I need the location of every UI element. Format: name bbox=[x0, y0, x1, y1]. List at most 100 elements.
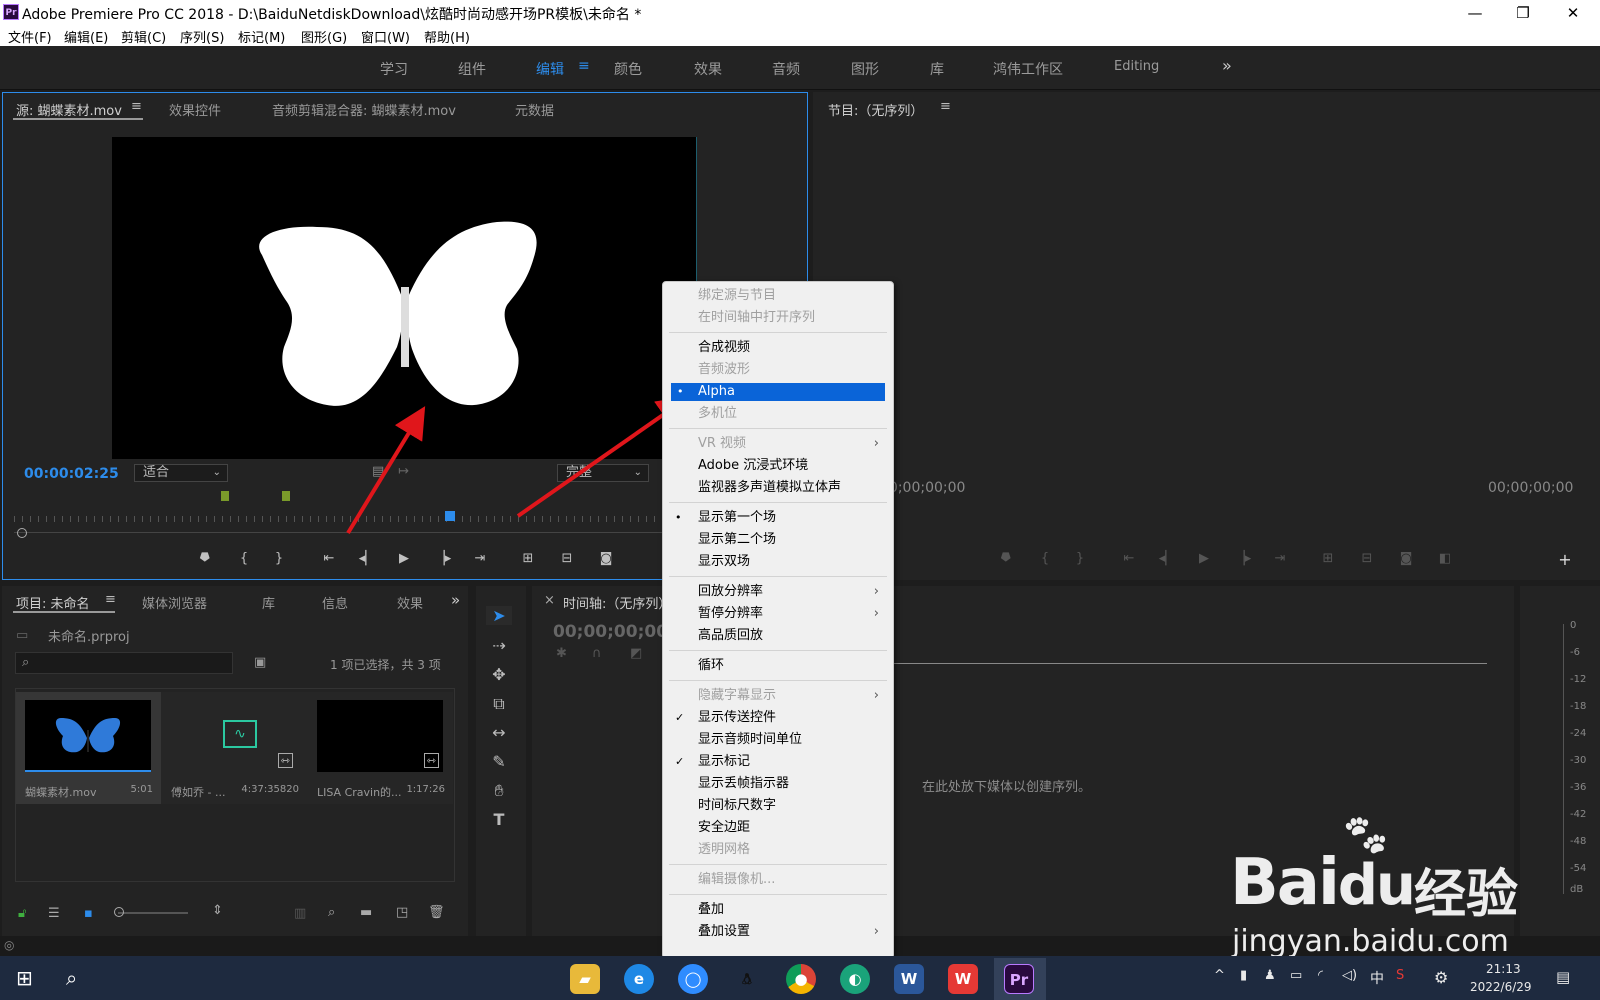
type-tool-icon[interactable]: T bbox=[486, 810, 512, 829]
file-explorer-icon[interactable]: ▰ bbox=[570, 964, 600, 994]
play-icon[interactable]: ▶ bbox=[393, 551, 415, 566]
extract-icon[interactable]: ⊟ bbox=[1356, 551, 1378, 566]
menu-help[interactable]: 帮助(H) bbox=[424, 27, 470, 46]
automate-icon[interactable]: ▥ bbox=[294, 906, 306, 921]
volume-icon[interactable]: ◁) bbox=[1342, 968, 1357, 983]
add-marker-icon[interactable]: ⯂ bbox=[193, 551, 215, 566]
qq-icon[interactable]: 🐧︎ bbox=[732, 964, 762, 994]
project-search-input[interactable]: ⌕ bbox=[15, 652, 233, 674]
search-icon[interactable]: ⌕ bbox=[66, 966, 77, 990]
context-menu-item[interactable]: ✓ 显示标记 bbox=[663, 751, 893, 773]
workspace-graphics[interactable]: 图形 bbox=[851, 59, 879, 79]
context-menu-item[interactable]: 时间标尺数字 bbox=[663, 795, 893, 817]
ime-indicator[interactable]: 中 bbox=[1370, 968, 1384, 988]
maximize-button[interactable]: ❐ bbox=[1500, 2, 1546, 24]
context-menu-item[interactable]: 显示丢帧指示器 bbox=[663, 773, 893, 795]
timeline-timecode[interactable]: 00;00;00;00 bbox=[553, 622, 668, 642]
marker-icon[interactable] bbox=[282, 491, 290, 501]
razor-tool-icon[interactable]: ⧉ bbox=[486, 694, 512, 714]
workspace-editing-en[interactable]: Editing bbox=[1114, 59, 1159, 74]
context-menu-item[interactable]: 叠加设置 › bbox=[663, 921, 893, 943]
linked-selection-icon[interactable]: ◩ bbox=[630, 646, 642, 661]
context-menu-item[interactable]: Adobe 沉浸式环境 bbox=[663, 455, 893, 477]
resolution-dropdown[interactable]: 完整 ⌄ bbox=[557, 464, 649, 482]
source-timecode[interactable]: 00:00:02:25 bbox=[24, 466, 119, 482]
tab-metadata[interactable]: 元数据 bbox=[515, 100, 554, 119]
timeline-close-icon[interactable]: × bbox=[544, 593, 555, 608]
edge-icon[interactable]: ◐ bbox=[840, 964, 870, 994]
project-panel-menu-icon[interactable]: ≡ bbox=[105, 592, 116, 607]
workspace-libraries[interactable]: 库 bbox=[930, 59, 944, 79]
workspace-overflow-icon[interactable]: » bbox=[1222, 56, 1232, 75]
menu-graphics[interactable]: 图形(G) bbox=[301, 27, 347, 46]
insert-icon[interactable]: ⊞ bbox=[517, 551, 539, 566]
pen-tool-icon[interactable]: ✎ bbox=[486, 752, 512, 771]
tab-program[interactable]: 节目:（无序列） bbox=[828, 100, 923, 119]
source-video-frame[interactable] bbox=[112, 137, 697, 459]
hand-tool-icon[interactable]: ✋︎ bbox=[486, 781, 512, 801]
new-bin-icon[interactable]: ▬ bbox=[360, 905, 372, 920]
search-app-icon[interactable]: ◯ bbox=[678, 964, 708, 994]
tab-audio-clip-mixer[interactable]: 音频剪辑混合器: 蝴蝶素材.mov bbox=[272, 100, 456, 119]
zoom-handle[interactable] bbox=[17, 528, 27, 538]
camera-icon[interactable]: ◙ bbox=[1395, 551, 1417, 566]
context-menu-item[interactable]: 监视器多声道模拟立体声 bbox=[663, 477, 893, 499]
compare-icon[interactable]: ◧ bbox=[1434, 551, 1456, 566]
play-icon[interactable]: ▶ bbox=[1193, 551, 1215, 566]
step-back-icon[interactable]: ◂▏ bbox=[356, 551, 378, 566]
go-to-in-icon[interactable]: ⇤ bbox=[318, 551, 340, 566]
chrome-icon[interactable]: ● bbox=[786, 964, 816, 994]
context-menu-item[interactable]: • 显示第一个场 bbox=[663, 507, 893, 529]
step-forward-icon[interactable]: ▕▸ bbox=[1232, 551, 1254, 566]
menu-edit[interactable]: 编辑(E) bbox=[64, 27, 108, 46]
new-item-icon[interactable]: ◳ bbox=[396, 905, 408, 920]
magnet-icon[interactable]: ∩ bbox=[592, 646, 602, 661]
step-back-icon[interactable]: ◂▏ bbox=[1156, 551, 1178, 566]
project-bin-area[interactable] bbox=[15, 688, 455, 882]
context-menu-item[interactable]: 叠加 bbox=[663, 899, 893, 921]
gear-icon[interactable]: ⚙ bbox=[1434, 968, 1448, 987]
slider-handle[interactable] bbox=[114, 907, 124, 917]
context-menu-item[interactable]: 高品质回放 bbox=[663, 625, 893, 647]
tab-timeline[interactable]: 时间轴:（无序列） bbox=[563, 593, 671, 612]
tab-source[interactable]: 源: 蝴蝶素材.mov bbox=[16, 100, 122, 119]
lift-icon[interactable]: ⊞ bbox=[1317, 551, 1339, 566]
camera-icon[interactable]: ◙ bbox=[595, 551, 617, 566]
close-button[interactable]: ✕ bbox=[1550, 2, 1596, 24]
menu-marker[interactable]: 标记(M) bbox=[238, 27, 285, 46]
source-panel-menu-icon[interactable]: ≡ bbox=[131, 99, 142, 114]
workspace-learn[interactable]: 学习 bbox=[380, 59, 408, 79]
mark-out-icon[interactable]: } bbox=[1069, 551, 1091, 566]
word-icon[interactable]: W bbox=[894, 964, 924, 994]
tab-libraries[interactable]: 库 bbox=[262, 593, 275, 612]
icon-view-icon[interactable]: ▪ bbox=[84, 906, 93, 921]
menu-window[interactable]: 窗口(W) bbox=[361, 27, 410, 46]
context-menu-item[interactable]: 暂停分辨率 › bbox=[663, 603, 893, 625]
sogou-icon[interactable]: S bbox=[1396, 968, 1404, 983]
battery-icon[interactable]: ▭ bbox=[1290, 968, 1302, 983]
mark-out-icon[interactable]: } bbox=[268, 551, 290, 566]
find-icon[interactable]: ⌕ bbox=[328, 905, 335, 920]
minimize-button[interactable]: — bbox=[1452, 2, 1498, 24]
ie-browser-icon[interactable]: e bbox=[624, 964, 654, 994]
list-view-icon[interactable]: ☰ bbox=[48, 906, 60, 921]
go-to-in-icon[interactable]: ⇤ bbox=[1118, 551, 1140, 566]
zoom-fit-dropdown[interactable]: 适合 ⌄ bbox=[134, 464, 228, 482]
context-menu-item[interactable]: 显示双场 bbox=[663, 551, 893, 573]
marker-icon[interactable] bbox=[221, 491, 229, 501]
overwrite-icon[interactable]: ⊟ bbox=[556, 551, 578, 566]
context-menu-item[interactable]: • Alpha bbox=[671, 383, 885, 401]
tab-media-browser[interactable]: 媒体浏览器 bbox=[142, 593, 207, 612]
workspace-effects[interactable]: 效果 bbox=[694, 59, 722, 79]
selection-tool-icon[interactable]: ➤ bbox=[486, 606, 512, 625]
workspace-audio[interactable]: 音频 bbox=[772, 59, 800, 79]
mark-in-icon[interactable]: { bbox=[1034, 551, 1056, 566]
wps-icon[interactable]: W bbox=[948, 964, 978, 994]
tab-effect-controls[interactable]: 效果控件 bbox=[169, 100, 221, 119]
sort-icon[interactable]: ⇕ bbox=[212, 903, 223, 918]
workspace-color[interactable]: 颜色 bbox=[614, 59, 642, 79]
mark-in-icon[interactable]: { bbox=[233, 551, 255, 566]
usb-icon[interactable]: ▮ bbox=[1240, 968, 1247, 983]
step-forward-icon[interactable]: ▕▸ bbox=[432, 551, 454, 566]
context-menu-item[interactable]: 显示第二个场 bbox=[663, 529, 893, 551]
